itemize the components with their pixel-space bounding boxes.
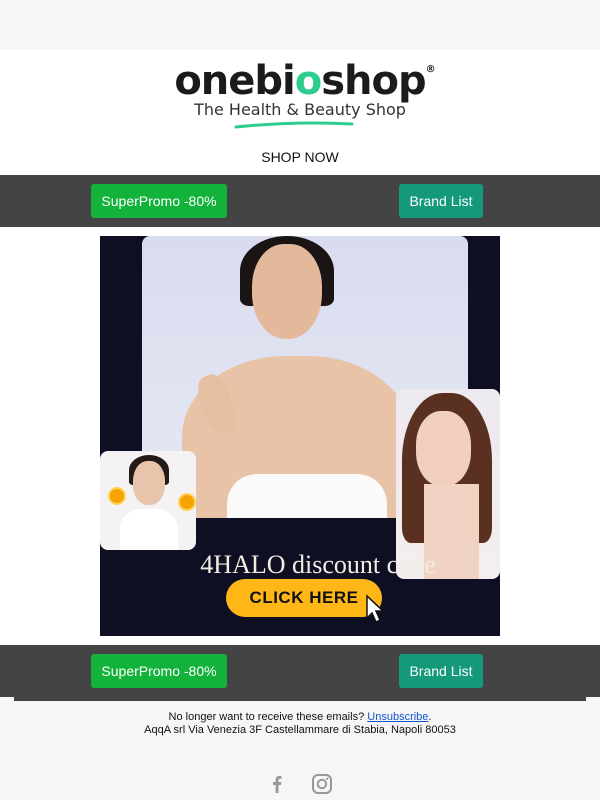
unsubscribe-prefix: No longer want to receive these emails? [168,711,365,723]
orange-slice-right [178,493,196,511]
brand-list-button[interactable]: Brand List [399,184,483,218]
model-face [252,244,322,339]
top-nav-bar: SuperPromo -80% Brand List [0,175,600,227]
unsubscribe-link[interactable]: Unsubscribe [367,711,428,723]
instagram-icon[interactable] [311,773,333,800]
left-model-face [133,461,165,505]
brand-prefix: onebi [174,58,295,104]
bottom-nav-bar: SuperPromo -80% Brand List [0,645,600,697]
click-here-button[interactable]: CLICK HERE [226,579,382,617]
tagline: The Health & Beauty Shop [194,100,406,119]
left-model-photo [100,451,196,550]
social-links [0,773,600,800]
registered-mark: ® [425,64,436,75]
right-model-face [416,411,471,486]
facebook-icon[interactable] [267,774,287,799]
brand-logo[interactable]: onebioshop ® [0,58,600,104]
swoosh-underline [234,121,354,129]
superpromo-button-bottom[interactable]: SuperPromo -80% [91,654,227,688]
brand-leaf: o [294,58,323,104]
pointer-cursor-icon [366,594,385,624]
brand-suffix: shop [321,58,426,104]
brand-wordmark: onebioshop ® [174,58,435,104]
unsubscribe-suffix: . [428,711,432,723]
brand-list-button-bottom[interactable]: Brand List [399,654,483,688]
orange-slice-left [108,487,126,505]
header: onebioshop ® The Health & Beauty Shop SHO… [0,50,600,175]
shop-now-link[interactable]: SHOP NOW [0,149,600,165]
promo-banner-image[interactable]: 4HALO discount code CLICK HERE [100,236,500,636]
model-towel [227,474,387,518]
unsubscribe-line: No longer want to receive these emails? … [0,711,600,724]
discount-code-text: 4HALO discount code [200,550,436,579]
footer: No longer want to receive these emails? … [0,711,600,737]
footer-divider [14,697,586,701]
superpromo-button[interactable]: SuperPromo -80% [91,184,227,218]
left-model-shirt [120,509,178,550]
company-address: AqqA srl Via Venezia 3F Castellammare di… [144,724,456,736]
